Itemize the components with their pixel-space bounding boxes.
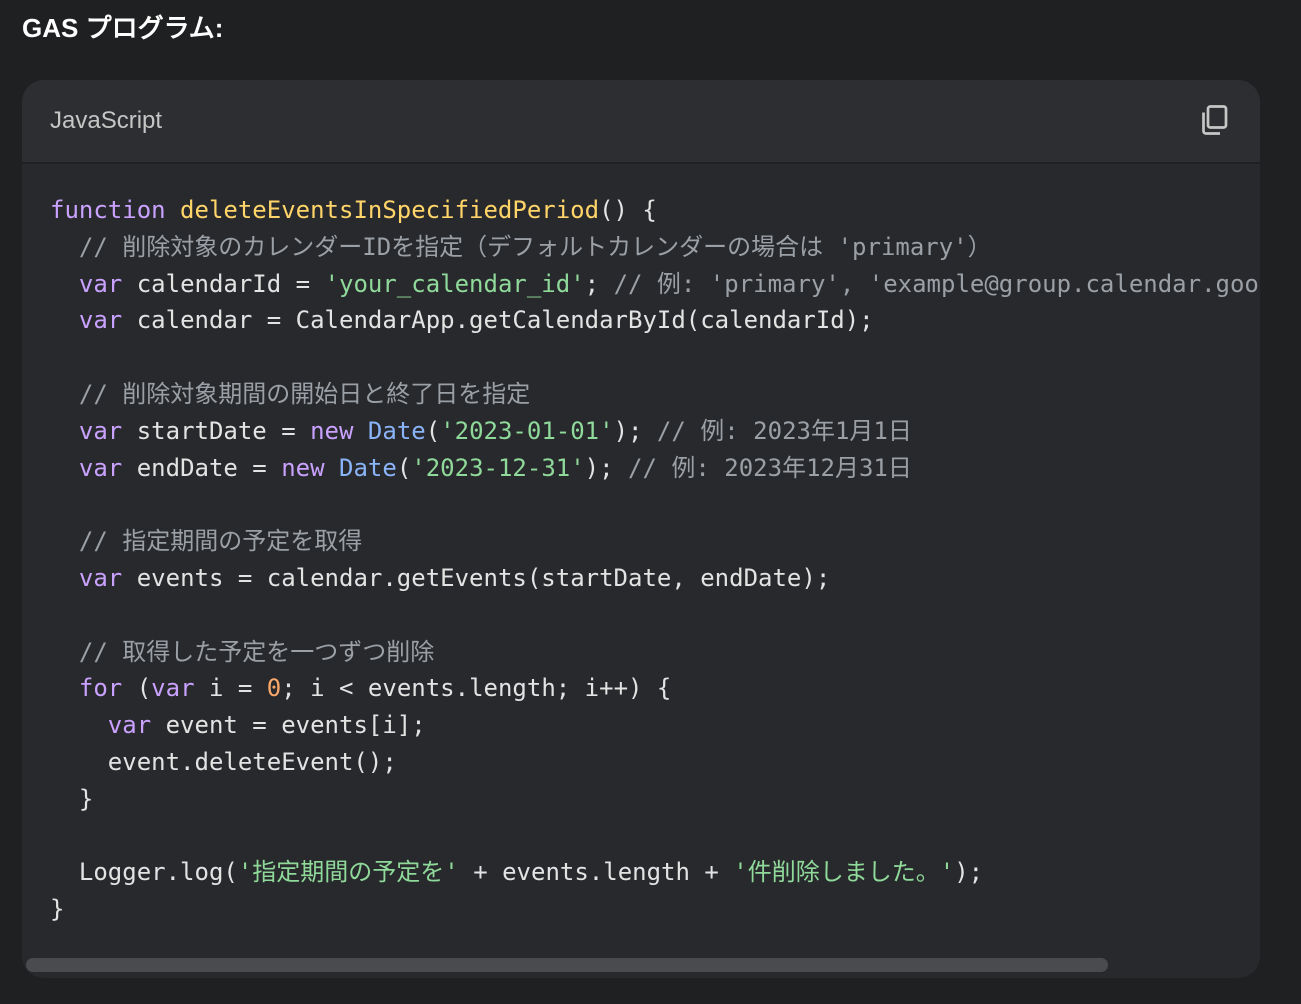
code-line: var calendar = CalendarApp.getCalendarBy… (50, 302, 1260, 339)
section-heading: GAS プログラム: (22, 13, 224, 43)
code-token: i = (194, 674, 267, 703)
code-token: var (78, 453, 123, 482)
code-token: var (151, 674, 195, 703)
code-token: ); (584, 453, 629, 482)
code-token: + events.length + (458, 858, 734, 887)
code-token: Date (339, 453, 397, 482)
code-line: function deleteEventsInSpecifiedPeriod()… (50, 192, 1260, 229)
code-token: ( (122, 674, 152, 703)
code-line: event.deleteEvent(); (50, 744, 1260, 781)
code-line: var events = calendar.getEvents(startDat… (50, 560, 1260, 597)
code-line: var endDate = new Date('2023-12-31'); //… (50, 450, 1260, 487)
code-language-label: JavaScript (50, 107, 163, 134)
code-block: JavaScript function deleteEventsInSpecif… (22, 80, 1260, 978)
code-line: var event = events[i]; (50, 707, 1260, 744)
code-token: calendar = CalendarApp.getCalendarById(c… (122, 306, 874, 335)
code-token: // 削除対象期間の開始日と終了日を指定 (50, 379, 531, 408)
scrollbar-thumb[interactable] (26, 958, 1108, 972)
code-token: ( (396, 453, 412, 482)
code-token: } (50, 784, 94, 813)
code-token: var (78, 563, 123, 592)
code-block-header: JavaScript (22, 80, 1260, 164)
code-token: '2023-12-31' (411, 453, 585, 482)
code-token: calendarId = (122, 269, 325, 298)
code-token: // 例: 2023年12月31日 (628, 453, 912, 482)
code-token: for (78, 674, 123, 703)
code-token: 0 (266, 674, 282, 703)
code-token: deleteEventsInSpecifiedPeriod (180, 196, 600, 224)
code-token: () { (599, 196, 657, 224)
code-token: // 指定期間の予定を取得 (50, 527, 363, 556)
code-token: function (50, 196, 166, 224)
code-line: var calendarId = 'your_calendar_id'; // … (50, 266, 1260, 303)
code-token: // 削除対象のカレンダーIDを指定（デフォルトカレンダーの場合は 'prima… (50, 232, 992, 261)
code-line: } (50, 781, 1260, 818)
copy-icon (1202, 105, 1228, 135)
code-token: startDate = (122, 416, 311, 445)
code-token: var (78, 306, 123, 335)
code-token: new (310, 416, 354, 445)
code-token: '件削除しました。' (733, 858, 955, 887)
code-line: // 取得した予定を一つずつ削除 (50, 634, 1260, 671)
code-line: // 指定期間の予定を取得 (50, 523, 1260, 560)
code-line: // 削除対象期間の開始日と終了日を指定 (50, 376, 1260, 413)
code-token: endDate = (122, 453, 282, 482)
code-token: ); (613, 416, 657, 445)
code-token: ( (425, 416, 441, 445)
code-token: event = events[i]; (151, 711, 426, 740)
code-token: var (107, 711, 152, 740)
code-line: // 削除対象のカレンダーIDを指定（デフォルトカレンダーの場合は 'prima… (50, 229, 1260, 266)
code-token: ; (584, 269, 614, 298)
code-token: events = calendar.getEvents(startDate, e… (122, 563, 831, 592)
code-token: event.deleteEvent(); (50, 747, 397, 776)
code-line: Logger.log('指定期間の予定を' + events.length + … (50, 854, 1260, 891)
code-token: } (50, 895, 65, 924)
code-token: Date (367, 416, 426, 445)
code-line: } (50, 891, 1260, 928)
code-token: '指定期間の予定を' (237, 858, 459, 887)
code-token: Logger.log( (50, 858, 238, 887)
code-token: // 取得した予定を一つずつ削除 (50, 637, 435, 666)
code-token: var (78, 269, 123, 298)
code-token: ); (954, 858, 984, 887)
code-token: // 例: 2023年1月1日 (656, 416, 912, 445)
code-line: var startDate = new Date('2023-01-01'); … (50, 413, 1260, 450)
code-token: '2023-01-01' (440, 416, 614, 445)
code-token: ; i < events.length; i++) { (281, 674, 672, 703)
code-token: 'your_calendar_id' (324, 269, 585, 298)
copy-code-button[interactable] (1196, 102, 1232, 138)
code-token: var (78, 416, 123, 445)
code-line: for (var i = 0; i < events.length; i++) … (50, 670, 1260, 707)
code-token: new (281, 453, 325, 482)
horizontal-scrollbar[interactable] (22, 956, 1260, 978)
code-content[interactable]: function deleteEventsInSpecifiedPeriod()… (50, 192, 1260, 952)
code-token: // 例: 'primary', 'example@group.calendar… (613, 269, 1260, 298)
